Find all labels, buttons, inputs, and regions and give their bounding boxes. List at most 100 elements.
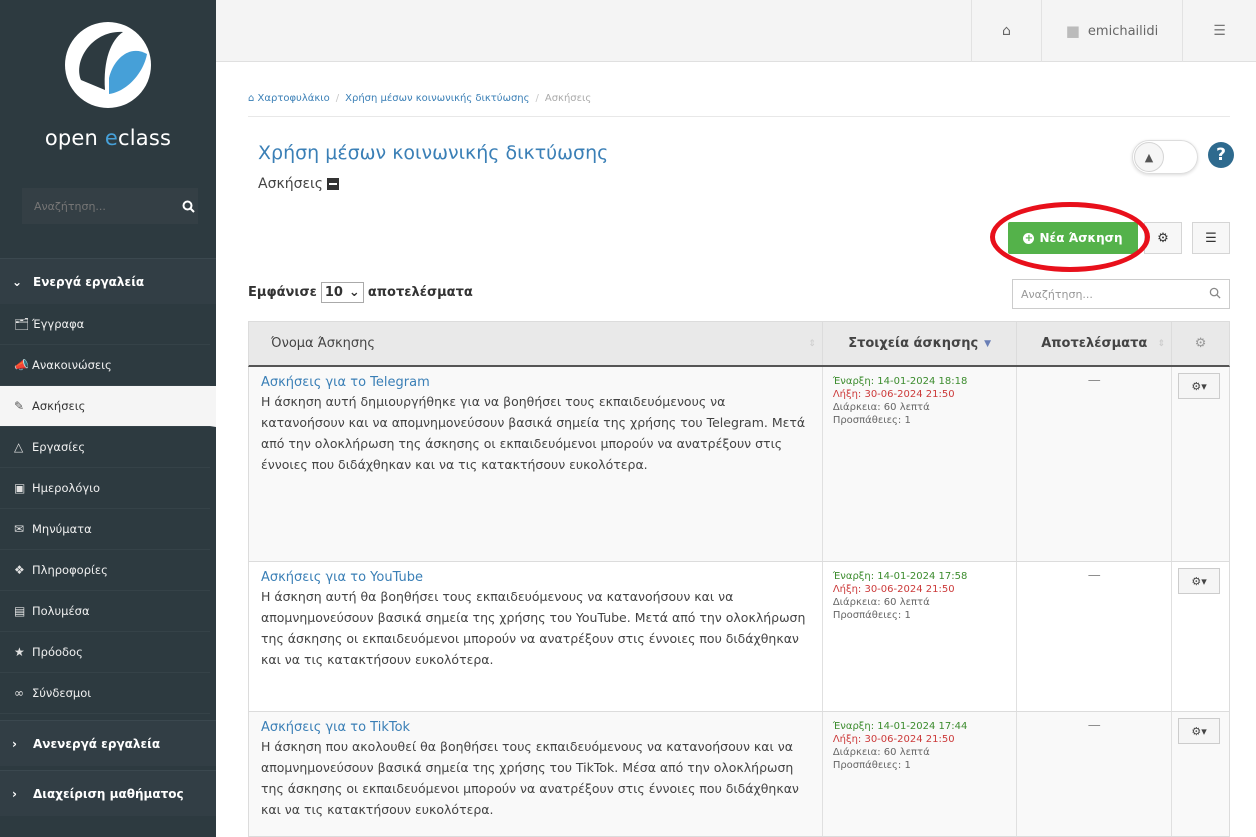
exercise-description: Η άσκηση αυτή δημιουργήθηκε για να βοηθή… <box>261 394 806 472</box>
exercise-start: Έναρξη: 14-01-2024 17:58 <box>832 571 968 582</box>
column-header-results[interactable]: Αποτελέσματα ⇕ <box>1017 322 1173 365</box>
column-header-label: Όνομα Άσκησης <box>271 336 375 351</box>
sidebar-item-info[interactable]: ❖ Πληροφορίες <box>0 550 210 591</box>
sidebar-item-documents[interactable]: 🗂 Έγγραφα <box>0 304 210 345</box>
exercise-end: Λήξη: 30-06-2024 21:50 <box>832 389 955 400</box>
sidebar-item-label: Πολυμέσα <box>32 604 90 618</box>
table-search-input[interactable]: Αναζήτηση... <box>1012 279 1230 309</box>
sidebar-item-label: Ασκήσεις <box>32 399 86 413</box>
row-actions-button[interactable]: ⚙▾ <box>1178 718 1221 744</box>
sidebar-item-label: Πληροφορίες <box>32 563 108 577</box>
exercise-duration: Διάρκεια: 60 λεπτά <box>832 597 930 608</box>
row-actions-button[interactable]: ⚙▾ <box>1178 568 1221 594</box>
breadcrumb-course[interactable]: Χρήση μέσων κοινωνικής δικτύωσης <box>345 93 529 104</box>
sidebar-group-inactive-tools[interactable]: › Ανενεργά εργαλεία <box>0 720 216 766</box>
breadcrumb-home[interactable]: ⌂ Χαρτοφυλάκιο <box>248 93 330 104</box>
sidebar-item-announcements[interactable]: 📣 Ανακοινώσεις <box>0 345 210 386</box>
student-view-toggle[interactable]: ▲ <box>1132 140 1198 174</box>
info-icon: ❖ <box>14 563 25 577</box>
section-title-text: Ασκήσεις <box>258 176 323 192</box>
column-header-name[interactable]: Όνομα Άσκησης ⇕ <box>249 322 823 365</box>
sidebar-item-label: Έγγραφα <box>32 317 85 331</box>
exercise-title-link[interactable]: Ασκήσεις για το Telegram <box>261 375 810 390</box>
sidebar-item-label: Εργασίες <box>32 440 86 454</box>
bank-icon: ☰ <box>1205 230 1217 246</box>
column-header-label: Αποτελέσματα <box>1041 336 1148 351</box>
sidebar-item-calendar[interactable]: ▣ Ημερολόγιο <box>0 468 210 509</box>
section-title: Ασκήσεις <box>258 176 339 192</box>
exercise-end: Λήξη: 30-06-2024 21:50 <box>832 584 955 595</box>
exercise-actions-cell: ⚙▾ <box>1172 367 1229 561</box>
column-header-details[interactable]: Στοιχεία άσκησης ▼ <box>823 322 1018 365</box>
sidebar-group-label: Ανενεργά εργαλεία <box>33 736 161 751</box>
minus-square-icon[interactable] <box>326 178 339 190</box>
question-bank-button[interactable]: ☰ <box>1192 222 1230 254</box>
gear-icon: ⚙▾ <box>1191 379 1207 393</box>
exercise-title-link[interactable]: Ασκήσεις για το TikTok <box>261 720 810 735</box>
open-eclass-logo-icon <box>65 22 151 108</box>
exercise-results: — <box>1017 712 1173 836</box>
trophy-icon: ★ <box>14 645 25 659</box>
exercise-duration: Διάρκεια: 60 λεπτά <box>832 402 930 413</box>
page-title[interactable]: Χρήση μέσων κοινωνικής δικτύωσης <box>258 142 608 164</box>
sidebar-search <box>22 188 198 224</box>
sidebar-items: 🗂 Έγγραφα 📣 Ανακοινώσεις ✎ Ασκήσεις △ Εργασί… <box>0 304 216 714</box>
chevron-down-icon: ⌄ <box>12 274 23 289</box>
home-icon: ⌂ <box>248 93 258 104</box>
settings-sliders-icon[interactable]: ☰ <box>1183 0 1256 62</box>
graduation-cap-icon: ▲ <box>1134 142 1164 172</box>
search-icon[interactable] <box>179 188 198 224</box>
sidebar-item-label: Σύνδεσμοι <box>32 686 92 700</box>
exercise-description: Η άσκηση που ακολουθεί θα βοηθήσει τους … <box>261 739 799 817</box>
edit-icon: ✎ <box>14 399 25 413</box>
table-row: Ασκήσεις για το YouTube Η άσκηση αυτή θα… <box>248 562 1230 712</box>
top-bar: ⌂ ■ emichailidi ☰ <box>216 0 1256 62</box>
exercise-cell: Ασκήσεις για το YouTube Η άσκηση αυτή θα… <box>249 562 823 711</box>
column-header-actions: ⚙ <box>1172 322 1229 365</box>
calendar-icon: ▣ <box>14 481 26 495</box>
sort-desc-icon: ▼ <box>984 338 992 349</box>
sidebar-item-messages[interactable]: ✉ Μηνύματα <box>0 509 210 550</box>
help-icon[interactable]: ? <box>1208 142 1234 168</box>
gear-icon: ⚙▾ <box>1191 574 1207 588</box>
exercise-title-link[interactable]: Ασκήσεις για το YouTube <box>261 570 810 585</box>
film-icon: ▤ <box>14 604 26 618</box>
logo-text: open eclass <box>44 126 172 150</box>
home-icon[interactable]: ⌂ <box>971 0 1041 62</box>
table-row: Ασκήσεις για το Telegram Η άσκηση αυτή δ… <box>248 367 1230 562</box>
bullhorn-icon: 📣 <box>14 358 29 372</box>
sidebar-group-course-admin[interactable]: › Διαχείριση μαθήματος <box>0 770 216 816</box>
sidebar-item-multimedia[interactable]: ▤ Πολυμέσα <box>0 591 210 632</box>
sidebar-item-label: Ανακοινώσεις <box>32 358 112 372</box>
sidebar-item-exercises[interactable]: ✎ Ασκήσεις <box>0 386 216 427</box>
username: emichailidi <box>1087 23 1159 39</box>
exercise-end: Λήξη: 30-06-2024 21:50 <box>832 734 955 745</box>
user-menu[interactable]: ■ emichailidi <box>1041 0 1183 62</box>
table-header: Όνομα Άσκησης ⇕ Στοιχεία άσκησης ▼ Αποτελέ… <box>248 321 1230 367</box>
sidebar-item-label: Μηνύματα <box>32 522 92 536</box>
row-actions-button[interactable]: ⚙▾ <box>1178 373 1221 399</box>
main-content: ⌂ Χαρτοφυλάκιο / Χρήση μέσων κοινωνικής δι… <box>248 62 1238 837</box>
chevron-right-icon: › <box>12 736 17 751</box>
sort-icon: ⇕ <box>1157 338 1166 349</box>
page-size-select[interactable]: 10 ⌄ <box>320 282 364 303</box>
results-label: αποτελέσματα <box>367 285 473 300</box>
chevron-down-icon: ⌄ <box>348 285 360 300</box>
flask-icon: △ <box>14 440 24 454</box>
logo[interactable]: open eclass <box>0 0 216 185</box>
sidebar-item-assignments[interactable]: △ Εργασίες <box>0 427 210 468</box>
exercise-actions-cell: ⚙▾ <box>1172 712 1229 836</box>
table-search-placeholder: Αναζήτηση... <box>1021 287 1093 301</box>
chevron-right-icon: › <box>12 786 17 801</box>
sidebar-item-progress[interactable]: ★ Πρόοδος <box>0 632 210 673</box>
sidebar-search-input[interactable] <box>22 188 179 224</box>
link-icon: ∞ <box>14 686 24 700</box>
sidebar: open eclass ⌄ Ενεργά εργαλεία 🗂Έγγραφα 📣… <box>0 0 216 837</box>
divider <box>248 116 1230 117</box>
search-icon <box>1209 287 1221 302</box>
sidebar-item-links[interactable]: ∞ Σύνδεσμοι <box>0 673 210 714</box>
folder-icon: 🗂 <box>14 317 30 331</box>
sidebar-group-active-tools[interactable]: ⌄ Ενεργά εργαλεία <box>0 258 216 304</box>
sidebar-group-label: Διαχείριση μαθήματος <box>33 786 184 801</box>
breadcrumb-current: Ασκήσεις <box>544 93 592 104</box>
